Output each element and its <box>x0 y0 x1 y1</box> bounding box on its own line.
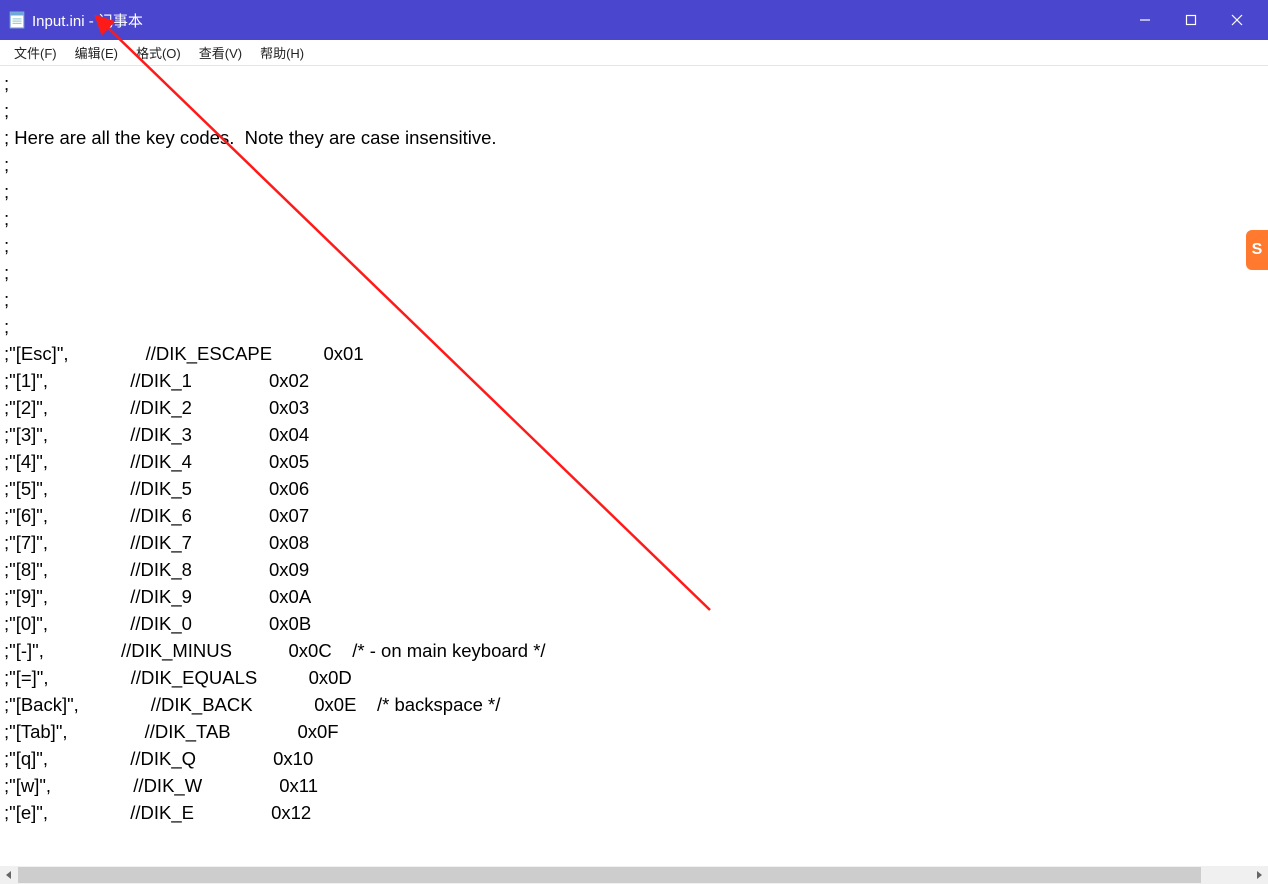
close-button[interactable] <box>1214 0 1260 40</box>
menu-edit[interactable]: 编辑(E) <box>67 41 126 64</box>
file-content[interactable]: ; ; ; Here are all the key codes. Note t… <box>0 66 1268 830</box>
scroll-track[interactable] <box>18 866 1250 884</box>
notepad-icon <box>8 11 26 29</box>
window-controls <box>1122 0 1260 40</box>
editor-area[interactable]: ; ; ; Here are all the key codes. Note t… <box>0 66 1268 866</box>
menubar: 文件(F) 编辑(E) 格式(O) 查看(V) 帮助(H) <box>0 40 1268 66</box>
scroll-left-arrow-icon[interactable] <box>0 866 18 884</box>
side-badge[interactable]: S <box>1246 230 1268 270</box>
maximize-button[interactable] <box>1168 0 1214 40</box>
menu-format[interactable]: 格式(O) <box>128 41 189 64</box>
side-badge-label: S <box>1252 241 1263 259</box>
minimize-button[interactable] <box>1122 0 1168 40</box>
menu-file[interactable]: 文件(F) <box>6 41 65 64</box>
menu-help[interactable]: 帮助(H) <box>252 41 312 64</box>
titlebar: Input.ini - 记事本 <box>0 0 1268 40</box>
horizontal-scrollbar[interactable] <box>0 866 1268 884</box>
menu-view[interactable]: 查看(V) <box>191 41 250 64</box>
window-title: Input.ini - 记事本 <box>32 10 143 31</box>
titlebar-left: Input.ini - 记事本 <box>8 10 143 31</box>
scroll-thumb[interactable] <box>18 867 1201 883</box>
scroll-right-arrow-icon[interactable] <box>1250 866 1268 884</box>
